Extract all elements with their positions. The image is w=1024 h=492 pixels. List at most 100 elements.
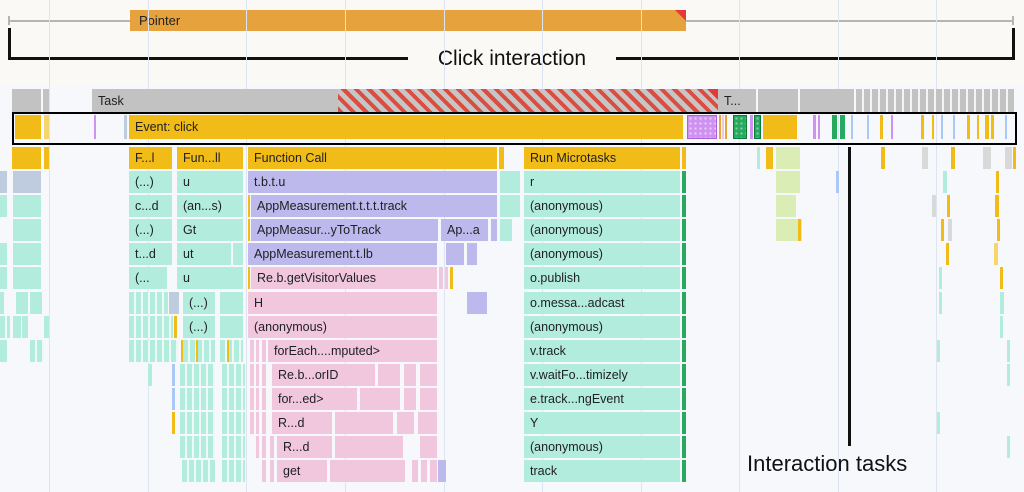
flame-bar-fragment[interactable] [30, 340, 44, 362]
flame-bar-fragment[interactable] [682, 267, 686, 289]
flame-bar-fragment[interactable] [439, 267, 443, 289]
flame-bar[interactable]: (anonymous) [524, 195, 680, 217]
flame-bar-fragment[interactable] [776, 171, 800, 193]
flame-bar[interactable]: R...d [277, 436, 332, 458]
flame-bar-fragment[interactable] [22, 316, 28, 338]
flame-bar[interactable]: for...ed> [272, 388, 357, 410]
flame-bar-fragment[interactable] [430, 460, 437, 482]
flame-bar-fragment[interactable] [250, 364, 254, 386]
flame-bar-fragment[interactable] [682, 292, 686, 314]
flame-bar-fragment[interactable] [420, 436, 437, 458]
task-bar-fragment[interactable] [12, 89, 41, 112]
flame-bar-fragment[interactable] [500, 219, 512, 241]
flame-bar-fragment[interactable] [180, 412, 215, 434]
flame-bar[interactable]: (anonymous) [524, 316, 680, 338]
flame-bar-fragment[interactable] [1007, 340, 1010, 362]
flame-bar-fragment[interactable] [262, 412, 266, 434]
flame-bar-fragment[interactable] [467, 292, 487, 314]
flame-bar-fragment[interactable] [0, 316, 10, 338]
flame-bar-fragment[interactable] [682, 436, 686, 458]
flame-bar-fragment[interactable] [262, 460, 266, 482]
flame-bar[interactable]: Re.b...orID [272, 364, 375, 386]
flame-bar[interactable]: (...) [183, 316, 215, 338]
flame-bar[interactable]: Y [524, 412, 680, 434]
flame-bar-fragment[interactable] [500, 171, 520, 193]
flame-bar-fragment[interactable] [682, 460, 686, 482]
flame-bar[interactable]: Gt [177, 219, 243, 241]
flame-bar[interactable]: v.track [524, 340, 680, 362]
task-bar-fragment[interactable] [856, 89, 1014, 112]
flame-bar-fragment[interactable] [0, 243, 7, 265]
flame-bar[interactable]: t...d [129, 243, 172, 265]
flame-bar-fragment[interactable] [250, 340, 254, 362]
flame-bar-fragment[interactable] [404, 364, 416, 386]
flame-bar-fragment[interactable] [180, 436, 215, 458]
flame-bar-fragment[interactable] [335, 436, 403, 458]
flame-bar-fragment[interactable] [13, 171, 41, 193]
flame-bar-fragment[interactable] [262, 388, 266, 410]
flame-bar[interactable]: u [177, 267, 243, 289]
flame-bar-fragment[interactable] [1005, 147, 1012, 169]
flame-bar-fragment[interactable] [0, 292, 4, 314]
task-bar-fragment[interactable] [338, 89, 718, 112]
flame-bar-fragment[interactable] [172, 412, 175, 434]
flame-bar-fragment[interactable] [183, 340, 215, 362]
flame-bar-fragment[interactable] [256, 364, 259, 386]
flame-bar-fragment[interactable] [30, 292, 42, 314]
flame-bar-fragment[interactable] [330, 460, 405, 482]
flame-bar-fragment[interactable] [798, 219, 801, 241]
flame-bar-fragment[interactable] [0, 195, 7, 217]
flame-bar-fragment[interactable] [682, 147, 686, 169]
task-bar-fragment[interactable] [43, 89, 49, 112]
flame-bar-fragment[interactable] [233, 243, 243, 265]
flame-bar-fragment[interactable] [0, 267, 7, 289]
flame-bar[interactable]: c...d [129, 195, 172, 217]
flame-bar-fragment[interactable] [169, 292, 179, 314]
flame-bar-fragment[interactable] [766, 147, 773, 169]
flame-bar[interactable]: (anonymous) [248, 316, 437, 338]
flame-bar-fragment[interactable] [1007, 436, 1010, 458]
flame-bar-fragment[interactable] [248, 267, 250, 289]
flame-bar-fragment[interactable] [682, 195, 686, 217]
flame-bar-fragment[interactable] [776, 195, 796, 217]
flame-bar-fragment[interactable] [16, 292, 28, 314]
flame-bar-fragment[interactable] [939, 292, 942, 314]
flame-bar-fragment[interactable] [951, 147, 955, 169]
flame-bar[interactable]: ut [177, 243, 231, 265]
flame-bar-fragment[interactable] [174, 316, 177, 338]
pointer-interaction-bar[interactable]: Pointer [130, 10, 686, 31]
flame-bar-fragment[interactable] [0, 171, 7, 193]
flame-bar-fragment[interactable] [995, 195, 999, 217]
flame-bar-fragment[interactable] [941, 219, 944, 241]
flame-bar-fragment[interactable] [450, 267, 453, 289]
flame-bar-fragment[interactable] [222, 412, 245, 434]
flame-bar-fragment[interactable] [12, 147, 41, 169]
flame-bar-fragment[interactable] [129, 340, 178, 362]
flame-bar-fragment[interactable] [937, 412, 940, 434]
flame-bar-fragment[interactable] [13, 267, 41, 289]
flame-bar-fragment[interactable] [180, 388, 215, 410]
flame-bar[interactable]: track [524, 460, 680, 482]
task-bar-fragment[interactable] [800, 89, 854, 112]
flame-bar-fragment[interactable] [1013, 147, 1016, 169]
flame-bar-fragment[interactable] [13, 316, 21, 338]
flame-bar-fragment[interactable] [222, 436, 245, 458]
flame-bar-fragment[interactable] [13, 243, 41, 265]
flame-bar-fragment[interactable] [682, 412, 686, 434]
flame-bar[interactable]: (an...s) [177, 195, 243, 217]
task-bar-fragment[interactable] [758, 89, 798, 112]
flame-bar[interactable]: forEach....mputed> [268, 340, 437, 362]
flame-bar-fragment[interactable] [412, 460, 418, 482]
flame-bar[interactable]: Fun...ll [177, 147, 243, 169]
flame-bar[interactable]: get [277, 460, 327, 482]
flame-bar[interactable]: AppMeasurement.t.t.t.track [251, 195, 497, 217]
flame-bar-fragment[interactable] [262, 340, 266, 362]
flame-bar-fragment[interactable] [776, 147, 800, 169]
flame-bar[interactable]: (... [129, 267, 167, 289]
flame-bar-fragment[interactable] [148, 364, 152, 386]
flame-bar-fragment[interactable] [420, 364, 437, 386]
flame-bar[interactable]: (...) [183, 292, 215, 314]
flame-bar-fragment[interactable] [248, 195, 250, 217]
flame-bar-fragment[interactable] [682, 219, 686, 241]
flame-bar-fragment[interactable] [682, 388, 686, 410]
